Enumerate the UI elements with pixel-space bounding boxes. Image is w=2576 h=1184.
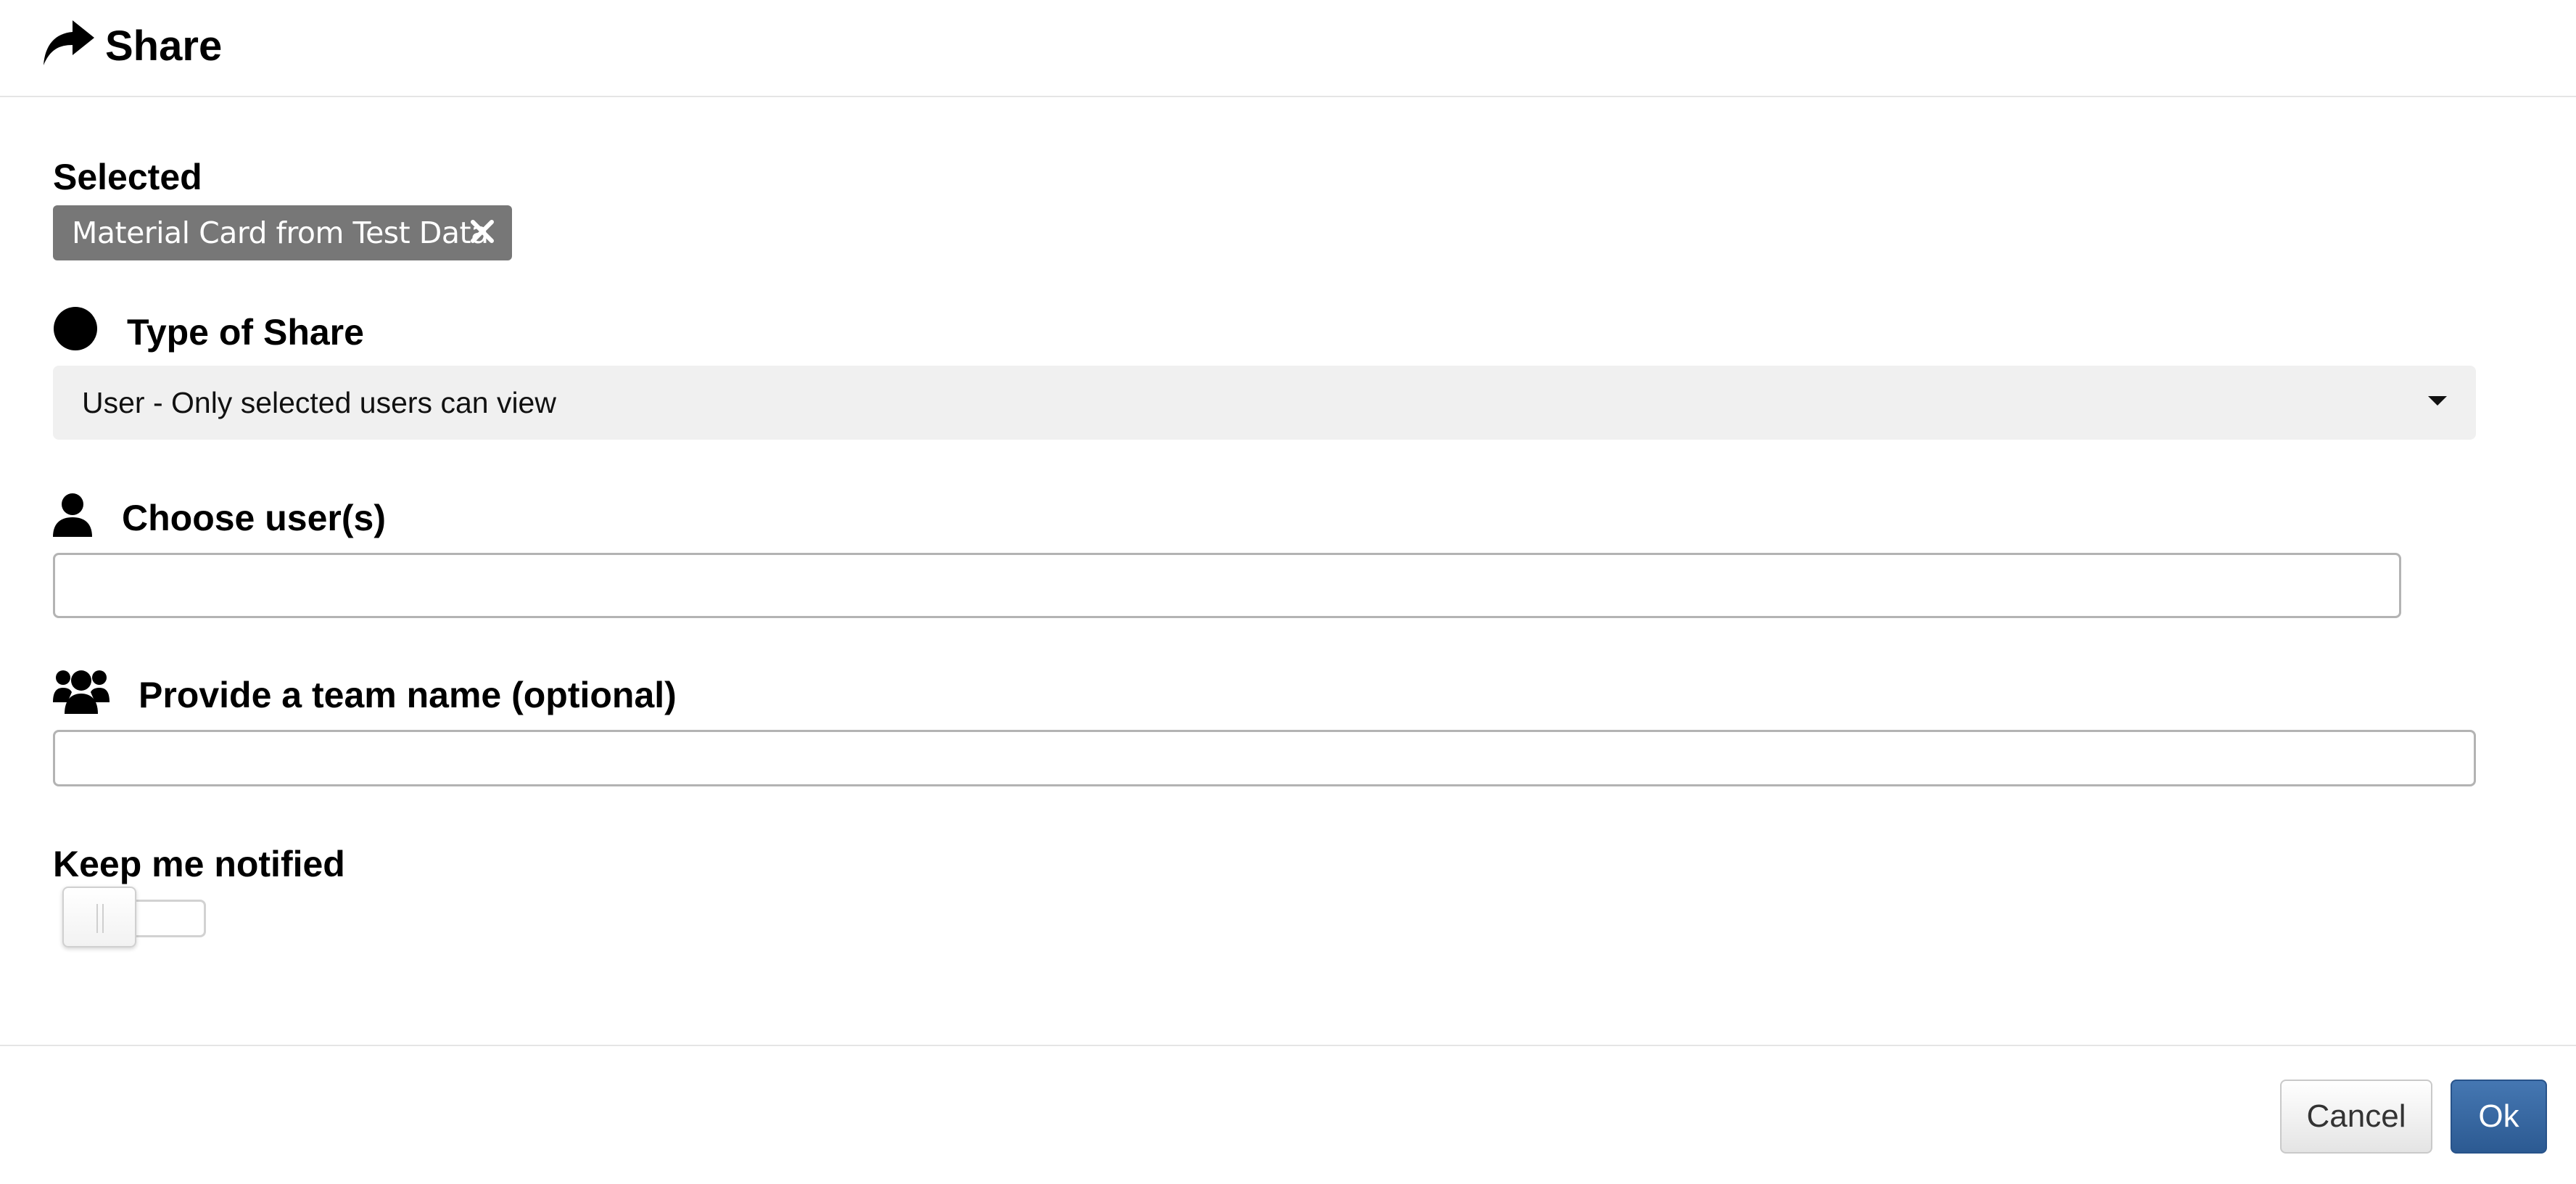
selected-item-label: Material Card from Test Data bbox=[72, 215, 489, 250]
selected-item-chip: Material Card from Test Data bbox=[53, 205, 512, 260]
selected-label: Selected bbox=[53, 157, 202, 197]
share-type-label: Type of Share bbox=[127, 312, 364, 353]
keep-notified-label: Keep me notified bbox=[53, 844, 345, 884]
share-type-selected-value: User - Only selected users can view bbox=[82, 386, 556, 419]
dialog-title: Share bbox=[105, 22, 223, 70]
ok-button[interactable]: Ok bbox=[2451, 1080, 2547, 1154]
share-type-select[interactable]: User - Only selected users can view bbox=[53, 366, 2476, 440]
share-icon bbox=[44, 20, 94, 65]
keep-notified-toggle-knob[interactable] bbox=[62, 887, 136, 947]
users-input[interactable] bbox=[53, 553, 2401, 618]
chevron-down-icon bbox=[2428, 396, 2447, 406]
team-name-label: Provide a team name (optional) bbox=[139, 675, 677, 715]
grip-icon bbox=[96, 904, 104, 933]
close-icon[interactable] bbox=[468, 218, 496, 245]
user-icon bbox=[53, 493, 92, 537]
dialog-footer bbox=[0, 1045, 2576, 1184]
team-name-input[interactable] bbox=[53, 730, 2476, 786]
choose-users-label: Choose user(s) bbox=[122, 498, 386, 538]
cancel-button[interactable]: Cancel bbox=[2280, 1080, 2432, 1154]
circle-icon bbox=[54, 307, 97, 350]
share-dialog: Share Selected Material Card from Test D… bbox=[0, 0, 2576, 1184]
dialog-header: Share bbox=[0, 0, 2576, 97]
users-icon bbox=[53, 670, 110, 714]
